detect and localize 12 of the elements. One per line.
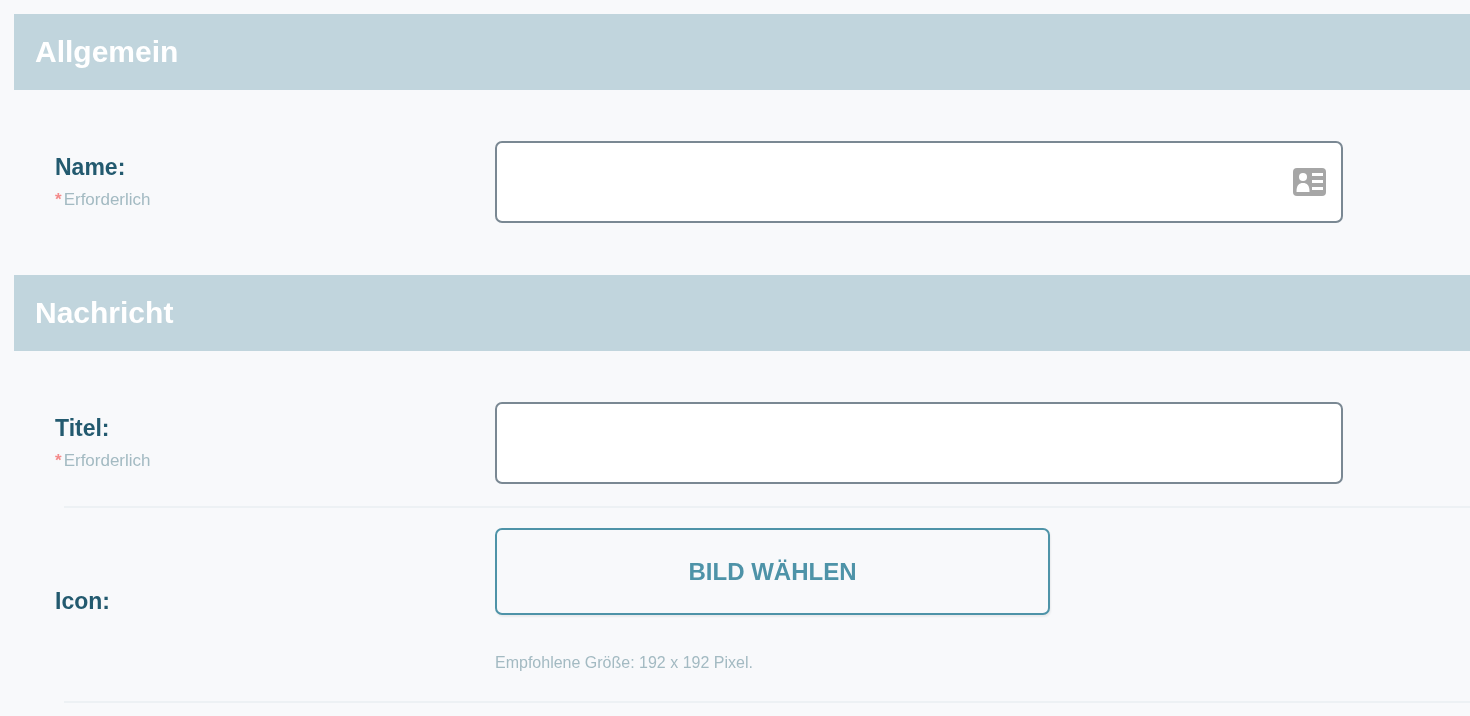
name-input[interactable] <box>495 141 1343 223</box>
section-header: Nachricht <box>14 275 1470 351</box>
required-note: *Erforderlich <box>55 450 151 472</box>
section-header: Allgemein <box>14 14 1470 90</box>
required-note: *Erforderlich <box>55 189 151 211</box>
size-hint: Empfohlene Größe: 192 x 192 Pixel. <box>495 653 753 673</box>
field-label: Titel: <box>55 414 110 442</box>
text-input[interactable] <box>495 402 1343 484</box>
choose-image-button[interactable]: BILD WÄHLEN <box>495 528 1050 615</box>
field-label: Icon: <box>55 586 110 615</box>
field-label: Name: <box>55 153 126 181</box>
contact-card-icon <box>1293 168 1326 196</box>
